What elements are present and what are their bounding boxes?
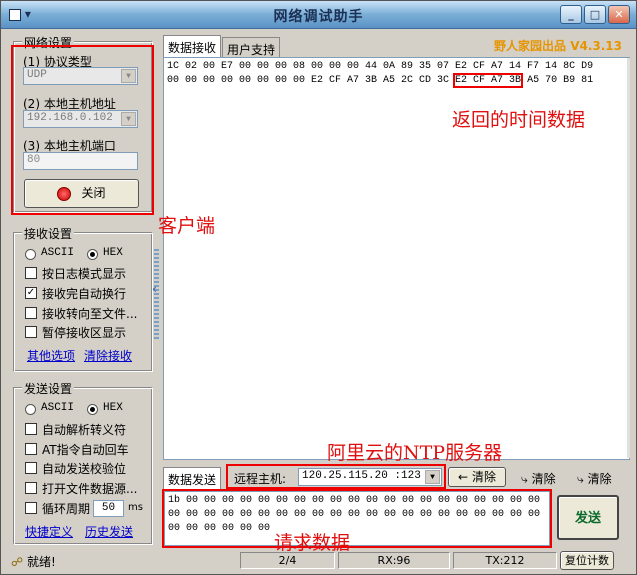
client-highlight-box: [11, 45, 154, 215]
at-newline-label: AT指令自动回车: [42, 443, 129, 457]
escape-parse-label: 自动解析转义符: [42, 423, 127, 437]
file-source-label: 打开文件数据源...: [42, 482, 138, 496]
brand-text: 野人家园出品: [494, 39, 567, 53]
window-title: 网络调试助手: [273, 9, 364, 25]
ntp-highlight-box: [226, 464, 446, 489]
log-mode-checkbox[interactable]: [25, 267, 37, 279]
antenna-icon: ☍: [11, 555, 24, 569]
request-highlight-box: [162, 489, 552, 548]
received-line-2-post: A5 70 B9 81: [521, 75, 594, 86]
tab-receive[interactable]: 数据接收: [163, 35, 222, 57]
send-settings-title: 发送设置: [22, 380, 75, 397]
receive-settings-title: 接收设置: [22, 225, 75, 242]
status-tx: TX:212: [453, 552, 557, 569]
reset-count-button[interactable]: 复位计数: [560, 551, 614, 570]
pause-display-label: 暂停接收区显示: [42, 326, 127, 340]
send-ascii-radio[interactable]: [25, 404, 36, 415]
shortcut-define-link[interactable]: 快捷定义: [25, 523, 73, 540]
auto-newline-checkbox[interactable]: ✓: [25, 287, 37, 299]
status-ready: ☍ 就绪!: [11, 553, 56, 570]
clear-count-label: 清除: [587, 472, 612, 486]
cycle-input[interactable]: 50: [93, 500, 124, 517]
clear-send-button[interactable]: ← 清除: [448, 467, 506, 487]
receive-scrollbar[interactable]: [627, 58, 630, 458]
cycle-unit: ms: [128, 502, 143, 513]
receive-hex-radio[interactable]: [87, 249, 98, 260]
auto-newline-label: 接收完自动换行: [42, 287, 127, 301]
clear-count-tool[interactable]: ⤷ 清除: [577, 470, 612, 487]
cycle-label: 循环周期: [42, 502, 91, 516]
time-data-annotation: 返回的时间数据: [452, 109, 586, 131]
checksum-label: 自动发送校验位: [42, 462, 127, 476]
received-time-highlight: E2 CF A7 3B: [453, 73, 524, 88]
close-window-button[interactable]: ✕: [608, 5, 630, 24]
send-ascii-label: ASCII: [41, 402, 75, 414]
log-mode-label: 按日志模式显示: [42, 267, 127, 281]
received-line-1: 1C 02 00 E7 00 00 00 08 00 00 00 44 0A 8…: [167, 61, 594, 72]
status-ready-text: 就绪!: [26, 555, 56, 569]
send-hex-label: HEX: [103, 402, 123, 414]
tab-user-support[interactable]: 用户支持: [222, 37, 281, 57]
received-line-2: 00 00 00 00 00 00 00 00 E2 CF A7 3B A5 2…: [167, 73, 626, 88]
pause-display-checkbox[interactable]: [25, 326, 37, 338]
ntp-server-annotation: 阿里云的NTP服务器: [327, 442, 503, 464]
clear-receive-label: 清除: [531, 472, 556, 486]
brand-label: 野人家园出品 V4.3.13: [494, 37, 622, 54]
clear-receive-tool[interactable]: ⤷ 清除: [521, 470, 556, 487]
checksum-checkbox[interactable]: [25, 462, 37, 474]
clear-send-label: 清除: [471, 470, 496, 484]
send-hex-radio[interactable]: [87, 404, 98, 415]
main-window: ▾ 网络调试助手 _ □ ✕ 网络设置 (1) 协议类型 UDP ▼ (2) 本地…: [0, 0, 637, 575]
receive-hex-label: HEX: [103, 247, 123, 259]
receive-ascii-radio[interactable]: [25, 249, 36, 260]
receive-to-file-label: 接收转向至文件...: [42, 307, 138, 321]
file-source-checkbox[interactable]: [25, 482, 37, 494]
minimize-button[interactable]: _: [560, 5, 582, 24]
receive-to-file-checkbox[interactable]: [25, 307, 37, 319]
maximize-button[interactable]: □: [584, 5, 606, 24]
cycle-checkbox[interactable]: [25, 502, 37, 514]
request-data-annotation: 请求数据: [274, 532, 351, 554]
clear-receive-link[interactable]: 清除接收: [84, 347, 132, 364]
collapse-arrow-icon[interactable]: ‹: [152, 282, 157, 296]
broom-icon: ⤷: [577, 472, 584, 486]
broom-icon: ⤷: [521, 472, 528, 486]
other-options-link[interactable]: 其他选项: [27, 347, 75, 364]
client-annotation: 客户端: [158, 215, 216, 237]
at-newline-checkbox[interactable]: [25, 443, 37, 455]
status-rx: RX:96: [338, 552, 450, 569]
escape-parse-checkbox[interactable]: [25, 423, 37, 435]
title-bar: ▾ 网络调试助手 _ □ ✕: [1, 1, 636, 29]
send-history-link[interactable]: 历史发送: [85, 523, 133, 540]
receive-ascii-label: ASCII: [41, 247, 75, 259]
received-line-2-pre: 00 00 00 00 00 00 00 00 E2 CF A7 3B A5 2…: [167, 75, 456, 86]
arrow-left-icon: ←: [458, 470, 469, 484]
tab-send-data[interactable]: 数据发送: [163, 467, 222, 489]
brand-version: V4.3.13: [570, 39, 623, 53]
send-button[interactable]: 发送: [557, 495, 619, 540]
